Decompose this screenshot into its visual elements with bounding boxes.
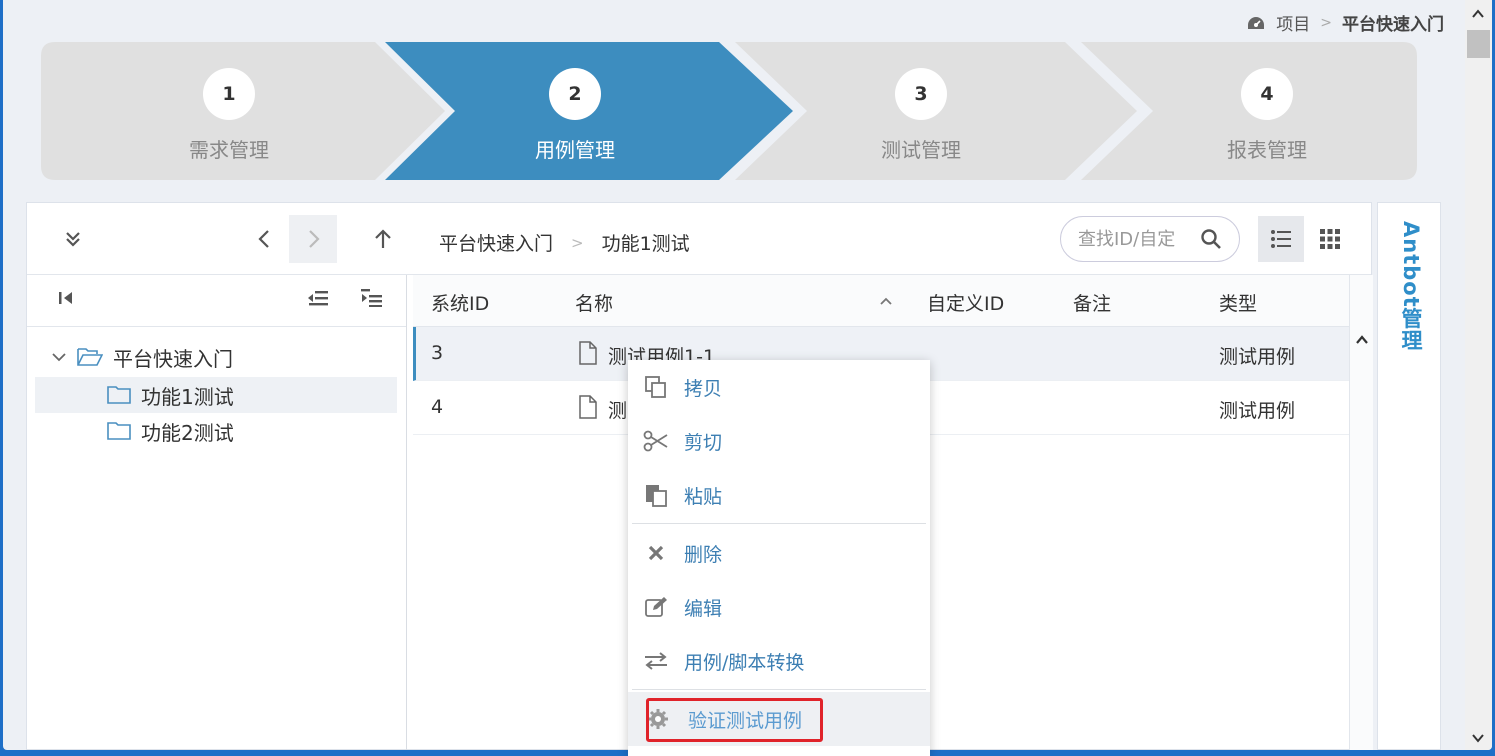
folder-icon	[107, 422, 131, 440]
exchange-icon	[645, 652, 667, 670]
highlight-box	[646, 698, 823, 742]
grid-icon	[1320, 229, 1340, 249]
scroll-up-icon[interactable]	[1471, 8, 1485, 20]
edit-icon	[645, 597, 667, 617]
step-label: 测试管理	[881, 138, 961, 162]
tree-node-feature2[interactable]: 功能2测试	[107, 413, 234, 449]
folder-tree: 平台快速入门 功能1测试 功能2测试	[27, 275, 407, 750]
sort-asc-icon[interactable]	[879, 291, 893, 313]
outdent-icon	[308, 291, 328, 306]
breadcrumb-current: 平台快速入门	[1342, 15, 1444, 35]
file-icon	[578, 395, 598, 424]
menu-item-label: 用例/脚本转换	[684, 651, 805, 674]
column-header-type[interactable]: 类型	[1219, 289, 1257, 316]
menu-item-copy[interactable]: 拷贝	[628, 360, 930, 414]
menu-item-paste[interactable]: 粘贴	[628, 468, 930, 522]
path-segment-root[interactable]: 平台快速入门	[439, 229, 553, 256]
forward-button[interactable]	[289, 215, 337, 263]
cell-id: 4	[431, 396, 444, 418]
tree-node-root[interactable]: 平台快速入门	[51, 339, 233, 375]
menu-item-convert[interactable]: 用例/脚本转换	[628, 634, 930, 688]
chevron-up-icon[interactable]	[1355, 333, 1369, 347]
chevron-right-icon	[309, 230, 320, 248]
search-input[interactable]	[1078, 228, 1196, 250]
menu-item-edit[interactable]: 编辑	[628, 580, 930, 634]
menu-item-label: 删除	[684, 543, 723, 566]
step-requirements[interactable]: 1 需求管理	[57, 42, 401, 180]
column-header-note[interactable]: 备注	[1073, 289, 1111, 316]
collapse-all-button[interactable]	[57, 289, 75, 311]
table-scrollbar[interactable]	[1349, 275, 1373, 750]
indent-increase-button[interactable]	[361, 289, 383, 311]
step-number: 2	[549, 68, 601, 120]
menu-item-label: 拷贝	[684, 377, 723, 400]
indent-decrease-button[interactable]	[307, 289, 329, 311]
tree-node-feature1[interactable]: 功能1测试	[35, 377, 397, 413]
menu-item-label: 粘贴	[684, 485, 723, 508]
context-menu: 拷贝 剪切 粘贴 删除 编辑 用例/脚本转换 验证测试用例	[628, 360, 930, 756]
list-icon	[1271, 230, 1291, 248]
indent-icon	[361, 289, 382, 307]
step-testing[interactable]: 3 测试管理	[749, 42, 1093, 180]
scroll-down-icon[interactable]	[1471, 732, 1485, 744]
search-icon[interactable]	[1200, 228, 1222, 250]
tree-node-label: 功能1测试	[141, 384, 234, 409]
menu-item-label: 剪切	[684, 431, 723, 454]
path-segment-current[interactable]: 功能1测试	[602, 229, 690, 256]
chevron-down-icon[interactable]	[51, 349, 67, 365]
file-icon	[578, 341, 598, 370]
back-button[interactable]	[241, 215, 289, 263]
copy-icon	[645, 376, 666, 398]
tree-toolbar	[27, 275, 406, 327]
breadcrumb-root[interactable]: 项目	[1276, 10, 1310, 35]
folder-open-icon	[77, 348, 103, 366]
first-page-icon	[59, 292, 72, 304]
tree-node-label: 功能2测试	[141, 420, 234, 445]
breadcrumb: 项目 > 平台快速入门	[1246, 10, 1444, 35]
list-view-button[interactable]	[1258, 216, 1304, 262]
up-button[interactable]	[359, 215, 407, 263]
cell-id: 3	[431, 342, 444, 364]
toolbar: 平台快速入门 > 功能1测试	[27, 203, 1371, 275]
column-header-id[interactable]: 系统ID	[431, 289, 489, 316]
cell-type: 测试用例	[1219, 346, 1296, 368]
step-label: 需求管理	[189, 138, 269, 162]
double-chevron-down-icon	[66, 232, 80, 247]
step-reports[interactable]: 4 报表管理	[1095, 42, 1439, 180]
breadcrumb-separator: >	[1320, 14, 1332, 31]
folder-path: 平台快速入门 > 功能1测试	[439, 229, 690, 256]
scrollbar-thumb[interactable]	[1467, 30, 1490, 58]
step-label: 报表管理	[1227, 138, 1307, 162]
scissors-icon	[643, 430, 668, 452]
paste-icon	[646, 485, 667, 507]
step-label: 用例管理	[535, 138, 615, 162]
collapse-button[interactable]	[49, 215, 97, 263]
search-box	[1060, 216, 1240, 262]
step-number: 1	[203, 68, 255, 120]
column-header-name[interactable]: 名称	[575, 289, 613, 316]
menu-item-delete[interactable]: 删除	[628, 526, 930, 580]
path-separator: >	[571, 233, 584, 252]
antbot-tab-label: Antbot管理	[1399, 221, 1423, 352]
close-icon	[648, 545, 664, 561]
chevron-left-icon	[258, 230, 269, 248]
page-scrollbar[interactable]	[1465, 0, 1492, 750]
tree-node-label: 平台快速入门	[113, 346, 233, 371]
step-number: 4	[1241, 68, 1293, 120]
menu-item-cut[interactable]: 剪切	[628, 414, 930, 468]
grid-view-button[interactable]	[1307, 216, 1353, 262]
step-testcases[interactable]: 2 用例管理	[403, 42, 747, 180]
cell-type: 测试用例	[1219, 400, 1296, 422]
step-number: 3	[895, 68, 947, 120]
antbot-side-tab[interactable]: Antbot管理	[1377, 202, 1441, 750]
menu-divider	[632, 689, 926, 690]
column-header-custom-id[interactable]: 自定义ID	[927, 289, 1004, 316]
folder-icon	[107, 386, 131, 404]
table-header: 系统ID 名称 自定义ID 备注 类型	[413, 275, 1349, 327]
menu-item-label: 编辑	[684, 597, 723, 620]
workflow-steps: 1 需求管理 2 用例管理 3 测试管理 4 报表管理	[41, 42, 1417, 180]
dashboard-icon	[1248, 16, 1265, 29]
arrow-up-icon	[375, 229, 391, 248]
menu-divider	[632, 523, 926, 524]
